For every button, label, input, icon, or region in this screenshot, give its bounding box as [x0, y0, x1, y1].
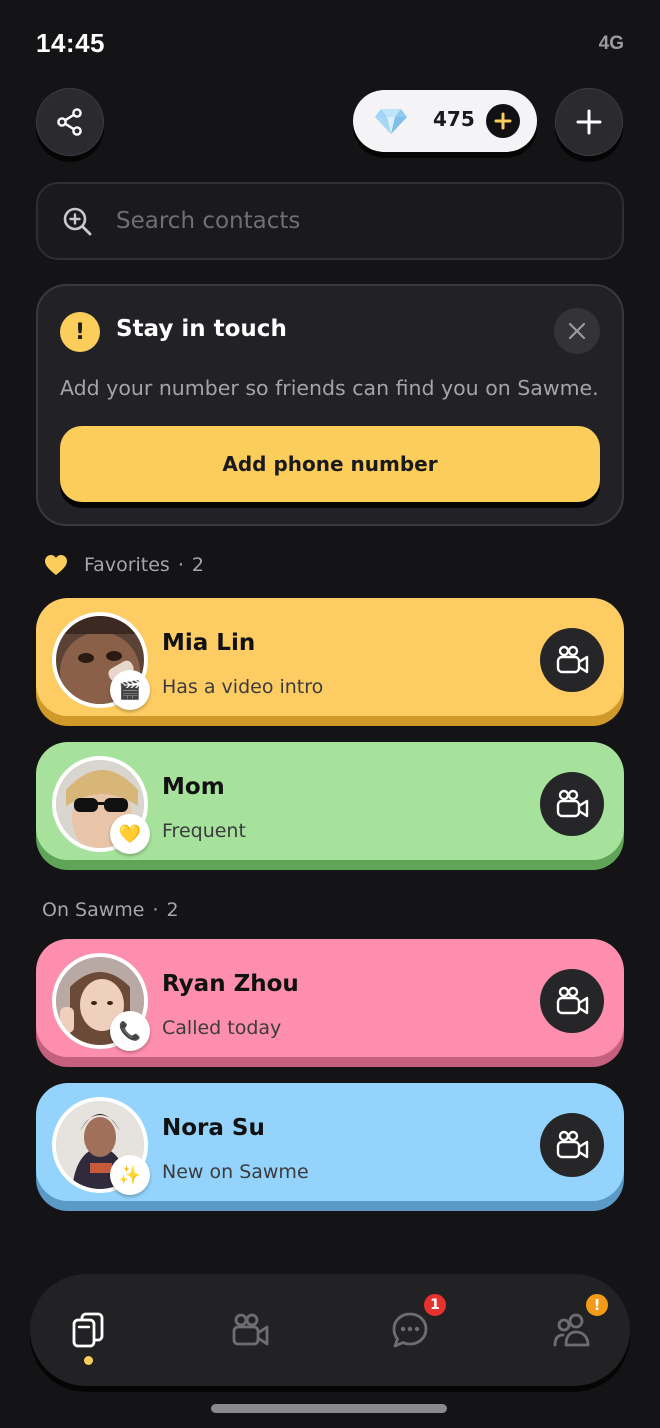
- search-icon: [63, 207, 92, 236]
- contact-card-mia-lin[interactable]: 🎬 Mia Lin Has a video intro: [36, 598, 624, 716]
- diamond-icon: [375, 109, 407, 134]
- chat-notification-badge: 1: [422, 1292, 448, 1318]
- section-separator: ·: [177, 554, 184, 576]
- plus-icon: [576, 109, 602, 135]
- banner-text: Add your number so friends can find you …: [60, 376, 599, 400]
- contact-card-ryan-zhou[interactable]: 📞 Ryan Zhou Called today: [36, 939, 624, 1057]
- chat-bubble-icon: [392, 1312, 428, 1348]
- video-intro-badge: 🎬: [110, 670, 150, 710]
- search-input[interactable]: [116, 200, 596, 242]
- close-icon: [568, 322, 586, 340]
- friends-icon: [553, 1313, 590, 1347]
- nav-home-button[interactable]: [58, 1304, 118, 1356]
- video-call-button[interactable]: [540, 969, 604, 1033]
- warning-icon: !: [60, 312, 100, 352]
- section-separator: ·: [152, 899, 159, 921]
- gem-count: 475: [433, 107, 475, 131]
- close-banner-button[interactable]: [554, 308, 600, 354]
- on-sawme-count: 2: [166, 899, 179, 921]
- buy-gems-button[interactable]: [486, 104, 520, 138]
- avatar: 💛: [52, 756, 150, 854]
- frequent-badge: 💛: [110, 814, 150, 854]
- video-camera-icon: [556, 645, 589, 674]
- contact-name: Nora Su: [162, 1115, 265, 1141]
- video-camera-icon: [556, 986, 589, 1015]
- bottom-nav: 1 !: [30, 1274, 630, 1386]
- nav-video-button[interactable]: [220, 1304, 280, 1356]
- stay-in-touch-card: ! Stay in touch Add your number so frien…: [36, 284, 624, 526]
- active-tab-indicator: [84, 1356, 93, 1365]
- avatar: 🎬: [52, 612, 150, 710]
- video-call-button[interactable]: [540, 628, 604, 692]
- home-indicator[interactable]: [211, 1404, 447, 1413]
- add-phone-number-button[interactable]: Add phone number: [60, 426, 600, 502]
- avatar: ✨: [52, 1097, 150, 1195]
- video-camera-icon: [556, 789, 589, 818]
- contact-name: Ryan Zhou: [162, 971, 299, 997]
- new-sparkle-badge: ✨: [110, 1155, 150, 1195]
- contact-name: Mia Lin: [162, 630, 256, 656]
- phone-badge: 📞: [110, 1011, 150, 1051]
- video-call-button[interactable]: [540, 772, 604, 836]
- friends-alert-badge: !: [584, 1292, 610, 1318]
- add-contact-button[interactable]: [555, 88, 623, 156]
- contact-card-nora-su[interactable]: ✨ Nora Su New on Sawme: [36, 1083, 624, 1201]
- favorites-header: Favorites · 2: [44, 554, 204, 576]
- video-call-button[interactable]: [540, 1113, 604, 1177]
- contact-name: Mom: [162, 774, 225, 800]
- on-sawme-label: On Sawme: [42, 899, 145, 921]
- search-bar[interactable]: [36, 182, 624, 260]
- contact-status: Has a video intro: [162, 676, 324, 698]
- status-time: 14:45: [36, 28, 105, 58]
- network-indicator: 4G: [598, 33, 624, 54]
- share-icon: [57, 108, 82, 136]
- banner-title: Stay in touch: [116, 316, 287, 342]
- contact-status: Called today: [162, 1017, 282, 1039]
- contact-status: Frequent: [162, 820, 246, 842]
- favorites-label: Favorites: [84, 554, 170, 576]
- video-camera-icon: [232, 1313, 269, 1346]
- plus-icon: [494, 112, 512, 130]
- video-camera-icon: [556, 1130, 589, 1159]
- cards-icon: [72, 1312, 104, 1348]
- contact-status: New on Sawme: [162, 1161, 309, 1183]
- share-button[interactable]: [36, 88, 104, 156]
- contact-card-mom[interactable]: 💛 Mom Frequent: [36, 742, 624, 860]
- gem-balance[interactable]: 475: [353, 90, 537, 152]
- avatar: 📞: [52, 953, 150, 1051]
- heart-icon: [45, 555, 67, 575]
- favorites-count: 2: [191, 554, 204, 576]
- on-sawme-header: On Sawme · 2: [42, 899, 179, 921]
